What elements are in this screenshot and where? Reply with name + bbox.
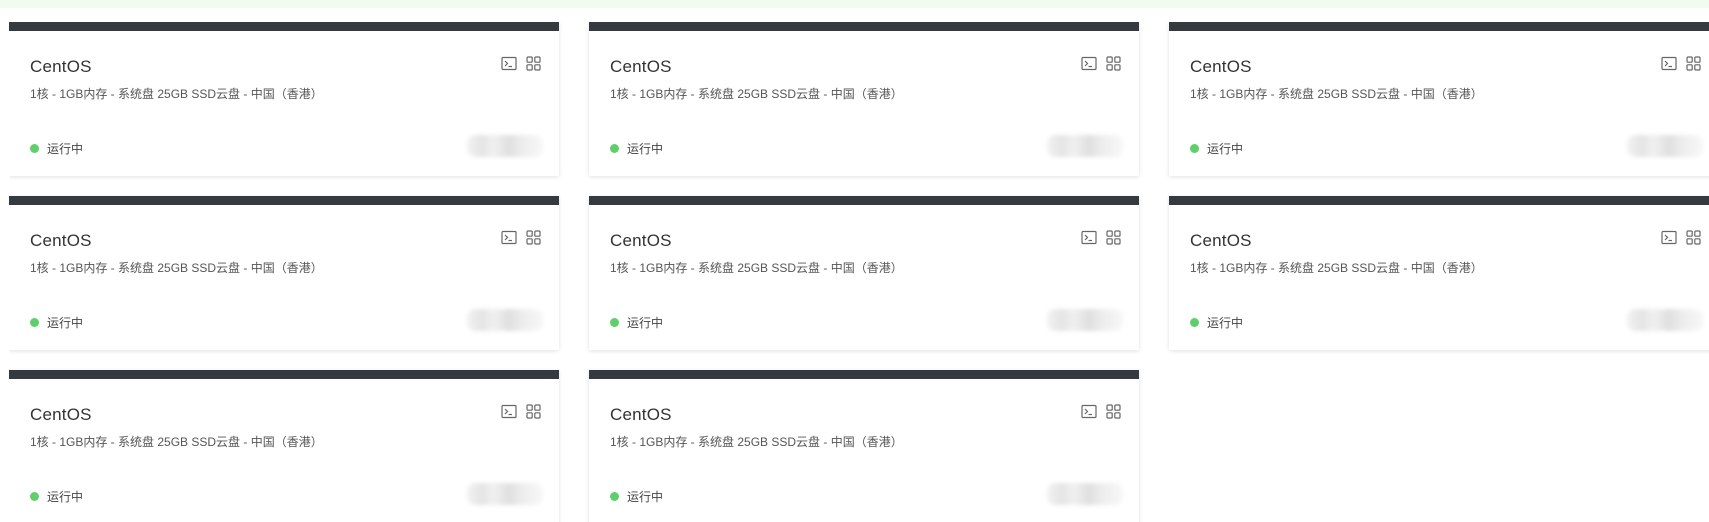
server-name[interactable]: CentOS: [1190, 57, 1252, 77]
status-dot: [1190, 318, 1199, 327]
card-actions: [1081, 56, 1122, 71]
terminal-icon[interactable]: [1081, 56, 1097, 71]
card-header-bar: [9, 370, 559, 379]
status-dot: [30, 144, 39, 153]
grid-icon[interactable]: [1106, 230, 1122, 245]
status-indicator: 运行中: [610, 488, 663, 505]
server-card[interactable]: CentOS 1核 - 1GB内存 - 系统盘 25GB SSD云盘 - 中国（…: [9, 196, 559, 350]
status-label: 运行中: [627, 316, 664, 330]
card-header-bar: [589, 196, 1139, 205]
grid-icon[interactable]: [526, 56, 542, 71]
card-actions: [501, 56, 542, 71]
ip-address-redacted: [467, 309, 543, 331]
terminal-icon[interactable]: [1661, 56, 1677, 71]
card-header-bar: [589, 370, 1139, 379]
card-actions: [501, 404, 542, 419]
status-dot: [1190, 144, 1199, 153]
server-name[interactable]: CentOS: [610, 231, 672, 251]
status-indicator: 运行中: [610, 314, 663, 331]
server-spec: 1核 - 1GB内存 - 系统盘 25GB SSD云盘 - 中国（香港）: [1190, 261, 1483, 275]
server-name[interactable]: CentOS: [30, 405, 92, 425]
status-dot: [30, 492, 39, 501]
grid-icon[interactable]: [1686, 56, 1702, 71]
terminal-icon[interactable]: [1661, 230, 1677, 245]
server-card-grid: CentOS 1核 - 1GB内存 - 系统盘 25GB SSD云盘 - 中国（…: [9, 22, 1709, 522]
grid-icon[interactable]: [1106, 404, 1122, 419]
card-header-bar: [589, 22, 1139, 31]
server-name[interactable]: CentOS: [30, 57, 92, 77]
server-spec: 1核 - 1GB内存 - 系统盘 25GB SSD云盘 - 中国（香港）: [610, 87, 903, 101]
status-label: 运行中: [1207, 316, 1244, 330]
status-indicator: 运行中: [30, 488, 83, 505]
ip-address-redacted: [467, 135, 543, 157]
server-card[interactable]: CentOS 1核 - 1GB内存 - 系统盘 25GB SSD云盘 - 中国（…: [589, 22, 1139, 176]
card-actions: [1661, 230, 1702, 245]
terminal-icon[interactable]: [1081, 230, 1097, 245]
server-card[interactable]: CentOS 1核 - 1GB内存 - 系统盘 25GB SSD云盘 - 中国（…: [589, 196, 1139, 350]
terminal-icon[interactable]: [501, 56, 517, 71]
status-dot: [610, 318, 619, 327]
card-actions: [1661, 56, 1702, 71]
server-card[interactable]: CentOS 1核 - 1GB内存 - 系统盘 25GB SSD云盘 - 中国（…: [1169, 196, 1709, 350]
terminal-icon[interactable]: [1081, 404, 1097, 419]
card-header-bar: [1169, 22, 1709, 31]
server-spec: 1核 - 1GB内存 - 系统盘 25GB SSD云盘 - 中国（香港）: [1190, 87, 1483, 101]
terminal-icon[interactable]: [501, 404, 517, 419]
card-header-bar: [9, 196, 559, 205]
card-header-bar: [1169, 196, 1709, 205]
grid-icon[interactable]: [526, 404, 542, 419]
server-name[interactable]: CentOS: [30, 231, 92, 251]
ip-address-redacted: [1047, 135, 1123, 157]
ip-address-redacted: [1627, 309, 1703, 331]
server-spec: 1核 - 1GB内存 - 系统盘 25GB SSD云盘 - 中国（香港）: [30, 435, 323, 449]
card-actions: [1081, 404, 1122, 419]
server-spec: 1核 - 1GB内存 - 系统盘 25GB SSD云盘 - 中国（香港）: [30, 261, 323, 275]
status-dot: [610, 492, 619, 501]
server-card[interactable]: CentOS 1核 - 1GB内存 - 系统盘 25GB SSD云盘 - 中国（…: [589, 370, 1139, 522]
status-label: 运行中: [47, 490, 84, 504]
ip-address-redacted: [1047, 309, 1123, 331]
server-card[interactable]: CentOS 1核 - 1GB内存 - 系统盘 25GB SSD云盘 - 中国（…: [1169, 22, 1709, 176]
server-name[interactable]: CentOS: [610, 57, 672, 77]
server-name[interactable]: CentOS: [1190, 231, 1252, 251]
status-indicator: 运行中: [1190, 140, 1243, 157]
status-indicator: 运行中: [30, 140, 83, 157]
ip-address-redacted: [1047, 483, 1123, 505]
terminal-icon[interactable]: [501, 230, 517, 245]
card-actions: [501, 230, 542, 245]
server-name[interactable]: CentOS: [610, 405, 672, 425]
card-actions: [1081, 230, 1122, 245]
status-label: 运行中: [1207, 142, 1244, 156]
grid-icon[interactable]: [1686, 230, 1702, 245]
server-spec: 1核 - 1GB内存 - 系统盘 25GB SSD云盘 - 中国（香港）: [30, 87, 323, 101]
status-dot: [610, 144, 619, 153]
server-spec: 1核 - 1GB内存 - 系统盘 25GB SSD云盘 - 中国（香港）: [610, 261, 903, 275]
ip-address-redacted: [467, 483, 543, 505]
status-label: 运行中: [627, 142, 664, 156]
server-spec: 1核 - 1GB内存 - 系统盘 25GB SSD云盘 - 中国（香港）: [610, 435, 903, 449]
status-indicator: 运行中: [610, 140, 663, 157]
status-indicator: 运行中: [30, 314, 83, 331]
status-label: 运行中: [47, 142, 84, 156]
status-dot: [30, 318, 39, 327]
status-label: 运行中: [47, 316, 84, 330]
status-label: 运行中: [627, 490, 664, 504]
top-banner: [0, 0, 1709, 8]
ip-address-redacted: [1627, 135, 1703, 157]
card-header-bar: [9, 22, 559, 31]
status-indicator: 运行中: [1190, 314, 1243, 331]
grid-icon[interactable]: [526, 230, 542, 245]
server-card[interactable]: CentOS 1核 - 1GB内存 - 系统盘 25GB SSD云盘 - 中国（…: [9, 22, 559, 176]
grid-icon[interactable]: [1106, 56, 1122, 71]
server-card[interactable]: CentOS 1核 - 1GB内存 - 系统盘 25GB SSD云盘 - 中国（…: [9, 370, 559, 522]
